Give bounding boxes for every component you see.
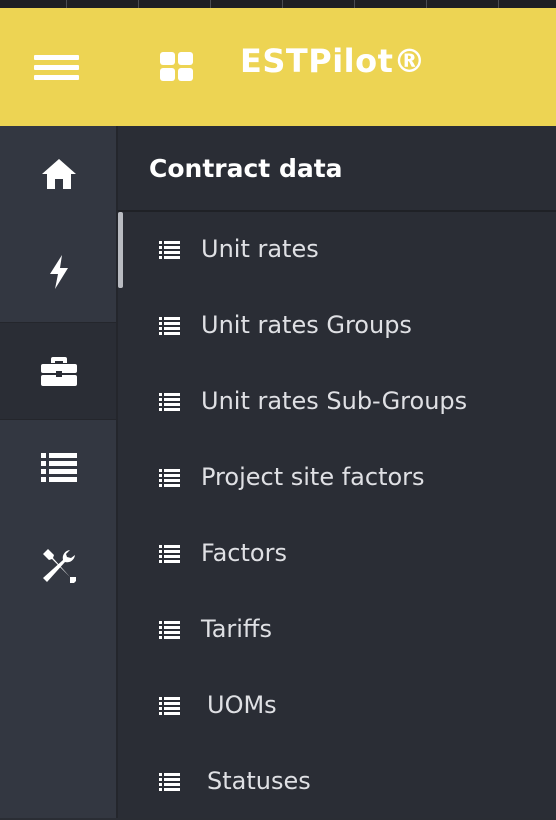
menu-item-factors[interactable]: Factors — [118, 516, 556, 592]
rail-item-list[interactable] — [0, 420, 117, 516]
list-icon — [159, 469, 180, 487]
menu-item-statuses[interactable]: Statuses — [118, 744, 556, 820]
wrench-screwdriver-icon — [42, 549, 76, 583]
menu-item-label: Unit rates — [201, 235, 319, 263]
rail-item-tools[interactable] — [0, 518, 117, 614]
strip-tick — [138, 0, 139, 8]
list-icon — [159, 393, 180, 411]
window-top-strip — [0, 0, 556, 8]
menu-item-label: Project site factors — [201, 463, 425, 491]
list-icon — [159, 773, 180, 791]
menu-item-label: Unit rates Sub-Groups — [201, 387, 468, 415]
strip-tick — [426, 0, 427, 8]
menu-item-label: Tariffs — [201, 615, 272, 643]
hamburger-icon[interactable] — [34, 51, 79, 83]
strip-tick — [282, 0, 283, 8]
menu-item-label: Factors — [201, 539, 287, 567]
list-icon — [159, 317, 180, 335]
strip-tick — [354, 0, 355, 8]
grid-icon[interactable] — [160, 52, 194, 82]
strip-tick — [498, 0, 499, 8]
bolt-icon — [49, 255, 68, 289]
list-icon — [159, 545, 180, 563]
menu-item-label: UOMs — [207, 691, 277, 719]
strip-tick — [66, 0, 67, 8]
app-title: ESTPilot® — [240, 42, 426, 80]
list-icon — [159, 621, 180, 639]
panel-title: Contract data — [149, 154, 343, 183]
menu-item-label: Unit rates Groups — [201, 311, 412, 339]
home-icon — [41, 159, 76, 189]
contract-data-panel: Contract data Unit rates Unit rates Grou… — [118, 126, 556, 818]
list-icon — [40, 453, 77, 482]
menu-item-unit-rates-groups[interactable]: Unit rates Groups — [118, 288, 556, 364]
app-header: ESTPilot® — [0, 8, 556, 126]
menu-item-unit-rates[interactable]: Unit rates — [118, 212, 556, 288]
rail-item-briefcase[interactable] — [0, 322, 117, 420]
rail-item-bolt[interactable] — [0, 224, 117, 320]
menu-item-tariffs[interactable]: Tariffs — [118, 592, 556, 668]
menu-item-unit-rates-sub-groups[interactable]: Unit rates Sub-Groups — [118, 364, 556, 440]
menu-item-label: Statuses — [207, 767, 311, 795]
icon-rail — [0, 126, 117, 818]
menu-item-uoms[interactable]: UOMs — [118, 668, 556, 744]
menu-item-project-site-factors[interactable]: Project site factors — [118, 440, 556, 516]
briefcase-icon — [40, 357, 77, 386]
strip-tick — [210, 0, 211, 8]
list-icon — [159, 697, 180, 715]
rail-item-home[interactable] — [0, 126, 117, 222]
list-icon — [159, 241, 180, 259]
